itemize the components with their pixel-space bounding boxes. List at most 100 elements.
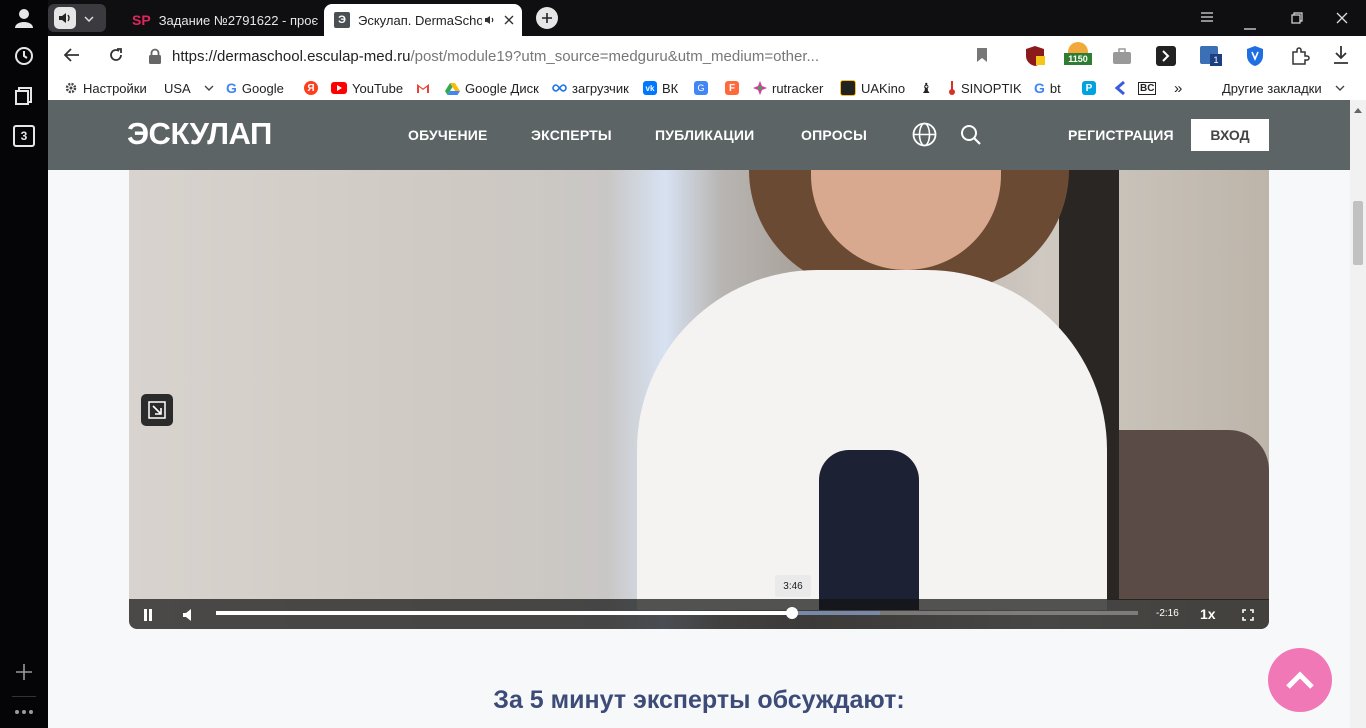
code-extension-icon[interactable]: [1156, 46, 1176, 66]
audio-tab-group[interactable]: [48, 4, 106, 32]
bookmark-label: Google Диск: [465, 80, 539, 96]
bookmark-uakino[interactable]: UAKino: [840, 79, 905, 97]
bookmark-label: Google: [241, 80, 284, 96]
chevron-down-icon[interactable]: [84, 9, 94, 27]
scroll-thumb[interactable]: [1353, 201, 1363, 265]
tab-close-icon[interactable]: [504, 13, 514, 28]
minimize-icon[interactable]: [1244, 17, 1256, 35]
tab-task[interactable]: SP Задание №2791622 - проє: [120, 4, 320, 36]
bookmark-bc[interactable]: BC: [1138, 79, 1157, 97]
history-icon[interactable]: [12, 44, 36, 68]
bookmark-yandex[interactable]: Я: [304, 79, 318, 97]
bookmark-p[interactable]: P: [1082, 79, 1096, 97]
speed-button[interactable]: 1x: [1200, 606, 1216, 622]
feedly-icon: F: [725, 81, 739, 95]
add-panel-icon[interactable]: [12, 660, 36, 684]
adblock-extension-icon[interactable]: [1024, 45, 1046, 67]
close-window-icon[interactable]: [1336, 11, 1348, 29]
site-header: ЭСКУЛАП ОБУЧЕНИЕ ЭКСПЕРТЫ ПУБЛИКАЦИИ ОПР…: [48, 100, 1350, 170]
search-icon[interactable]: [960, 124, 982, 151]
fullscreen-icon[interactable]: [1242, 608, 1254, 626]
tab-audio-icon[interactable]: [484, 13, 496, 28]
bookmark-arrow[interactable]: [1114, 79, 1126, 97]
sidebar-divider: [12, 696, 36, 697]
nav-publications[interactable]: ПУБЛИКАЦИИ: [655, 127, 754, 143]
nav-learning[interactable]: ОБУЧЕНИЕ: [408, 127, 488, 143]
tab-count-badge: 3: [13, 125, 35, 147]
tab-counter-button[interactable]: 3: [12, 124, 36, 148]
grid-extension-icon[interactable]: 1: [1200, 46, 1222, 66]
yandex-icon: Я: [304, 81, 318, 95]
login-button[interactable]: ВХОД: [1191, 119, 1269, 151]
register-link[interactable]: РЕГИСТРАЦИЯ: [1068, 127, 1174, 143]
globe-icon[interactable]: [912, 122, 937, 152]
progress-bar[interactable]: [216, 607, 1138, 619]
toolbar: https://dermaschool.esculap-med.ru/post/…: [48, 36, 1366, 76]
bookmark-rutracker[interactable]: rutracker: [753, 79, 823, 97]
extension-small-count: 1: [1210, 54, 1222, 66]
profile-icon[interactable]: [12, 6, 36, 30]
speaker-icon[interactable]: [54, 7, 76, 29]
nav-experts[interactable]: ЭКСПЕРТЫ: [531, 127, 612, 143]
scroll-up-icon[interactable]: [1354, 100, 1362, 118]
bookmark-icon[interactable]: [976, 47, 988, 68]
progress-handle[interactable]: [786, 607, 799, 619]
pip-expand-icon[interactable]: [141, 394, 173, 426]
youtube-icon: [331, 82, 347, 94]
more-bookmarks-button[interactable]: »: [1174, 79, 1182, 97]
restore-icon[interactable]: [1291, 11, 1303, 29]
reload-icon[interactable]: [108, 47, 124, 68]
bc-icon: BC: [1138, 81, 1157, 95]
nav-polls[interactable]: ОПРОСЫ: [801, 127, 867, 143]
bookmark-vk[interactable]: vk ВК: [643, 79, 678, 97]
url-path: /post/module19?utm_source=medguru&utm_me…: [410, 47, 820, 65]
back-icon[interactable]: [63, 48, 80, 67]
bookmark-translate[interactable]: G: [694, 79, 708, 97]
address-bar[interactable]: https://dermaschool.esculap-med.ru/post/…: [144, 40, 1004, 72]
bookmark-label: Настройки: [83, 80, 147, 96]
extension-badge-icon[interactable]: 1150: [1064, 42, 1092, 68]
bookmark-label: UAKino: [861, 80, 906, 96]
bookmark-youtube[interactable]: YouTube: [331, 79, 403, 97]
bookmark-google-drive[interactable]: Google Диск: [445, 79, 539, 97]
chevron-down-icon: [204, 85, 214, 91]
scroll-top-button[interactable]: [1268, 648, 1332, 712]
bookmark-chess[interactable]: ♝: [920, 79, 933, 97]
gmail-icon: [417, 83, 429, 93]
section-heading: За 5 минут эксперты обсуждают:: [493, 686, 905, 714]
new-tab-button[interactable]: [536, 7, 558, 29]
bookmark-label: rutracker: [772, 80, 824, 96]
bookmark-sinoptik[interactable]: SINOPTIK: [948, 79, 1022, 97]
bookmark-usa[interactable]: USA: [164, 79, 214, 97]
video-player[interactable]: 3:46 -2:16 1x: [129, 170, 1269, 629]
extension-count: 1150: [1064, 53, 1092, 65]
bookmark-label: загрузчик: [572, 80, 629, 96]
bookmark-settings[interactable]: Настройки: [64, 79, 147, 97]
bookmark-bt[interactable]: G bt: [1034, 79, 1061, 97]
tab-title: Эскулап. DermaSchool: [358, 12, 482, 28]
briefcase-extension-icon[interactable]: [1112, 46, 1132, 66]
shield-extension-icon[interactable]: [1246, 45, 1264, 72]
tab-title: Задание №2791622 - проє: [158, 12, 319, 28]
tab-esculap[interactable]: Э Эскулап. DermaSchool: [324, 4, 522, 36]
lock-icon[interactable]: [148, 48, 162, 64]
volume-icon[interactable]: [182, 608, 194, 626]
pause-icon[interactable]: [143, 608, 153, 626]
browser-sidebar: 3: [0, 0, 48, 728]
more-icon[interactable]: [12, 700, 36, 724]
p-icon: P: [1082, 81, 1096, 95]
rutracker-icon: [753, 81, 767, 95]
menu-icon[interactable]: [1200, 10, 1214, 28]
bookmark-loader[interactable]: загрузчик: [552, 79, 629, 97]
bookmark-feedly[interactable]: F: [725, 79, 739, 97]
site-logo[interactable]: ЭСКУЛАП: [127, 116, 272, 152]
bookmark-gmail[interactable]: [416, 79, 430, 97]
bookmark-google[interactable]: G Google: [226, 79, 284, 97]
video-controls: -2:16 1x: [129, 599, 1269, 629]
other-bookmarks-folder[interactable]: Другие закладки: [1222, 79, 1345, 97]
page-scrollbar[interactable]: [1350, 100, 1366, 728]
extensions-puzzle-icon[interactable]: [1290, 46, 1310, 71]
collections-icon[interactable]: [12, 84, 36, 108]
uakino-icon: [840, 80, 856, 96]
download-icon[interactable]: [1333, 45, 1349, 70]
